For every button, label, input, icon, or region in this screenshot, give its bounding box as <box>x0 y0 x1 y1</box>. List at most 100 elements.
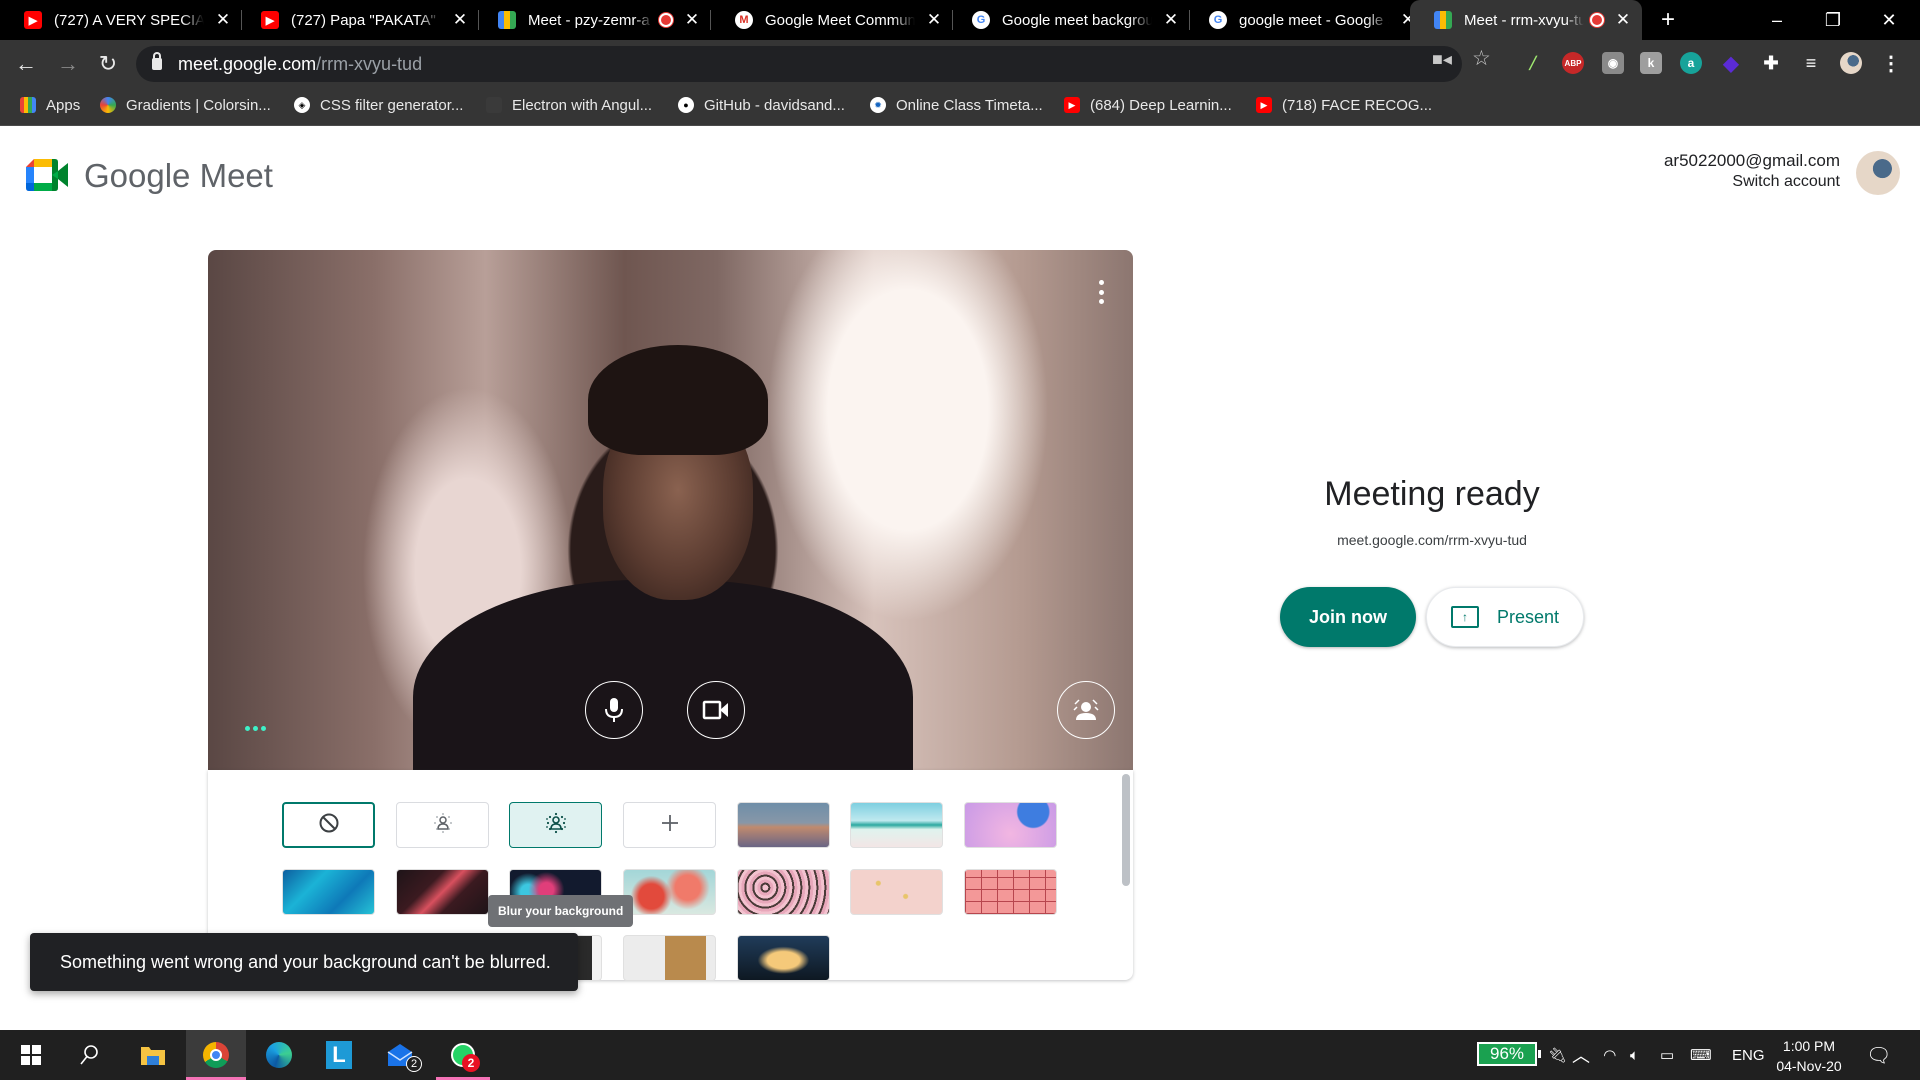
more-options-icon[interactable] <box>1097 280 1105 304</box>
minimize-button[interactable]: – <box>1754 0 1800 40</box>
screenshot-camera-icon[interactable]: ◉ <box>1602 52 1624 74</box>
background-panel-scrollbar[interactable] <box>1122 774 1130 886</box>
tab-google-search-2[interactable]: G google meet - Google S ✕ <box>1185 0 1427 40</box>
tab-youtube-pakata[interactable]: ▶ (727) Papa "PAKATA" bo ✕ <box>237 0 479 40</box>
battery-indicator[interactable]: 96% <box>1477 1042 1541 1066</box>
background-option-blue-water[interactable] <box>282 869 375 915</box>
volume-icon[interactable]: 🔈︎ <box>1630 1030 1639 1080</box>
background-option-pink-pattern[interactable] <box>964 869 1057 915</box>
battery-saver-icon[interactable]: ▭ <box>1660 1030 1674 1080</box>
background-option-blur[interactable] <box>509 802 602 848</box>
l-app-taskbar-button[interactable]: L <box>310 1030 368 1080</box>
bookmark-label: Online Class Timeta... <box>896 96 1043 114</box>
edge-taskbar-button[interactable] <box>250 1030 308 1080</box>
gmail-icon: M <box>735 11 753 29</box>
background-option-add-background[interactable] <box>623 802 716 848</box>
background-option-slight-blur[interactable] <box>396 802 489 848</box>
restore-button[interactable]: ❐ <box>1810 0 1856 40</box>
close-window-button[interactable]: ✕ <box>1866 0 1912 40</box>
close-tab-icon[interactable]: ✕ <box>451 10 469 30</box>
background-option-pink-flowers[interactable] <box>737 869 830 915</box>
background-blur-icon <box>1073 699 1099 720</box>
wifi-icon[interactable]: ◜◝ <box>1604 1030 1616 1080</box>
tab-google-search-1[interactable]: G Google meet backgrou ✕ <box>948 0 1190 40</box>
reload-button[interactable]: ↻ <box>94 50 122 78</box>
background-option-night-patio[interactable] <box>737 935 830 981</box>
touch-keyboard-icon[interactable]: ⌨︎ <box>1690 1030 1712 1080</box>
close-tab-icon[interactable]: ✕ <box>683 10 701 30</box>
lock-icon[interactable] <box>152 52 162 70</box>
profile-avatar[interactable] <box>1840 52 1862 74</box>
file-explorer-button[interactable] <box>124 1030 182 1080</box>
bookmark-deep-learning[interactable]: ▶ (684) Deep Learnin... <box>1064 88 1232 122</box>
tab-youtube-special[interactable]: ▶ (727) A VERY SPECIAL B ✕ <box>0 0 242 40</box>
new-tab-button[interactable]: + <box>1645 0 1691 40</box>
tab-title: Google meet backgrou <box>1002 11 1152 29</box>
close-tab-icon[interactable]: ✕ <box>214 10 232 30</box>
camera-in-use-icon[interactable]: ■◂ <box>1432 49 1452 70</box>
action-center-icon[interactable]: 🗨︎ <box>1866 1030 1891 1080</box>
camera-toggle-button[interactable] <box>687 681 745 739</box>
extension-k-icon[interactable]: k <box>1640 52 1662 74</box>
bookmark-star-icon[interactable]: ☆ <box>1472 46 1491 71</box>
bookmark-gradients[interactable]: Gradients | Colorsin... <box>100 88 271 122</box>
start-button[interactable] <box>2 1030 60 1080</box>
whatsapp-taskbar-button[interactable]: 2 <box>436 1030 490 1080</box>
background-option-sunset-horizon[interactable] <box>737 802 830 848</box>
url-text[interactable]: meet.google.com/rrm-xvyu-tud <box>178 54 422 75</box>
google-meet-icon <box>1434 11 1452 29</box>
bookmark-timetable[interactable]: ✹ Online Class Timeta... <box>870 88 1043 122</box>
taskbar-search-button[interactable] <box>60 1030 118 1080</box>
close-tab-icon[interactable]: ✕ <box>1162 10 1180 30</box>
extension-diamond-icon[interactable]: ◆ <box>1720 52 1742 75</box>
account-avatar[interactable] <box>1856 151 1900 195</box>
power-plug-icon[interactable]: 🔌︎ <box>1548 1030 1567 1080</box>
close-tab-icon[interactable]: ✕ <box>1614 10 1632 30</box>
adblock-icon[interactable]: ABP <box>1562 52 1584 74</box>
background-option-no-effect[interactable] <box>282 802 375 848</box>
mail-badge: 2 <box>406 1056 422 1072</box>
bookmark-electron[interactable]: Electron with Angul... <box>486 88 652 122</box>
show-hidden-icons-chevron[interactable]: ︿ <box>1572 1030 1590 1080</box>
tab-meet-pzy[interactable]: Meet - pzy-zemr-a ✕ <box>474 0 711 40</box>
system-clock[interactable]: 1:00 PM 04-Nov-20 <box>1764 1036 1854 1076</box>
bookmark-apps[interactable]: Apps <box>20 88 80 122</box>
address-bar[interactable]: meet.google.com/rrm-xvyu-tud <box>136 46 1462 82</box>
clock-time: 1:00 PM <box>1782 1038 1836 1054</box>
background-option-pink-clouds[interactable] <box>964 802 1057 848</box>
bookmark-face-recog[interactable]: ▶ (718) FACE RECOG... <box>1256 88 1432 122</box>
join-now-button[interactable]: Join now <box>1280 587 1416 647</box>
extension-a-icon[interactable]: a <box>1680 52 1702 74</box>
extensions-puzzle-icon[interactable]: ✚ <box>1760 52 1782 74</box>
switch-account-link[interactable]: Switch account <box>1664 173 1840 191</box>
background-option-nebula[interactable] <box>396 869 489 915</box>
browser-toolbar: ← → ↻ meet.google.com/rrm-xvyu-tud ■◂ ☆ … <box>0 40 1920 88</box>
tab-gmail[interactable]: M Google Meet Commun ✕ <box>711 0 953 40</box>
background-option-red-flowers[interactable] <box>623 869 716 915</box>
tab-title: Google Meet Commun <box>765 11 915 29</box>
back-button[interactable]: ← <box>12 50 40 78</box>
background-option-bookshelf-light[interactable] <box>623 935 716 981</box>
media-controls-icon[interactable]: ≡ <box>1800 52 1822 74</box>
background-option-beach[interactable] <box>850 802 943 848</box>
input-language[interactable]: ENG <box>1732 1030 1765 1080</box>
video-person-hair <box>588 345 768 455</box>
close-tab-icon[interactable]: ✕ <box>925 10 943 30</box>
tab-meet-active[interactable]: Meet - rrm-xvyu-tu ✕ <box>1410 0 1642 40</box>
chrome-menu-icon[interactable]: ⋮ <box>1880 52 1902 75</box>
change-background-button[interactable] <box>1057 681 1115 739</box>
videocam-icon <box>702 700 728 720</box>
google-icon: G <box>1209 11 1227 29</box>
bookmark-github[interactable]: ● GitHub - davidsand... <box>678 88 845 122</box>
folder-icon <box>141 1047 165 1065</box>
extension-pen-icon[interactable]: ╱ <box>1522 52 1544 74</box>
bookmark-css-filter[interactable]: ◈ CSS filter generator... <box>294 88 463 122</box>
present-button[interactable]: ↑ Present <box>1426 587 1584 647</box>
forward-button[interactable]: → <box>54 50 82 78</box>
chrome-taskbar-button[interactable] <box>186 1030 246 1080</box>
meet-page: Google Meet ar5022000@gmail.com Switch a… <box>0 127 1920 1030</box>
mail-taskbar-button[interactable]: 2 <box>372 1030 430 1080</box>
microphone-toggle-button[interactable] <box>585 681 643 739</box>
search-icon <box>80 1045 98 1065</box>
background-option-pink-stars[interactable] <box>850 869 943 915</box>
